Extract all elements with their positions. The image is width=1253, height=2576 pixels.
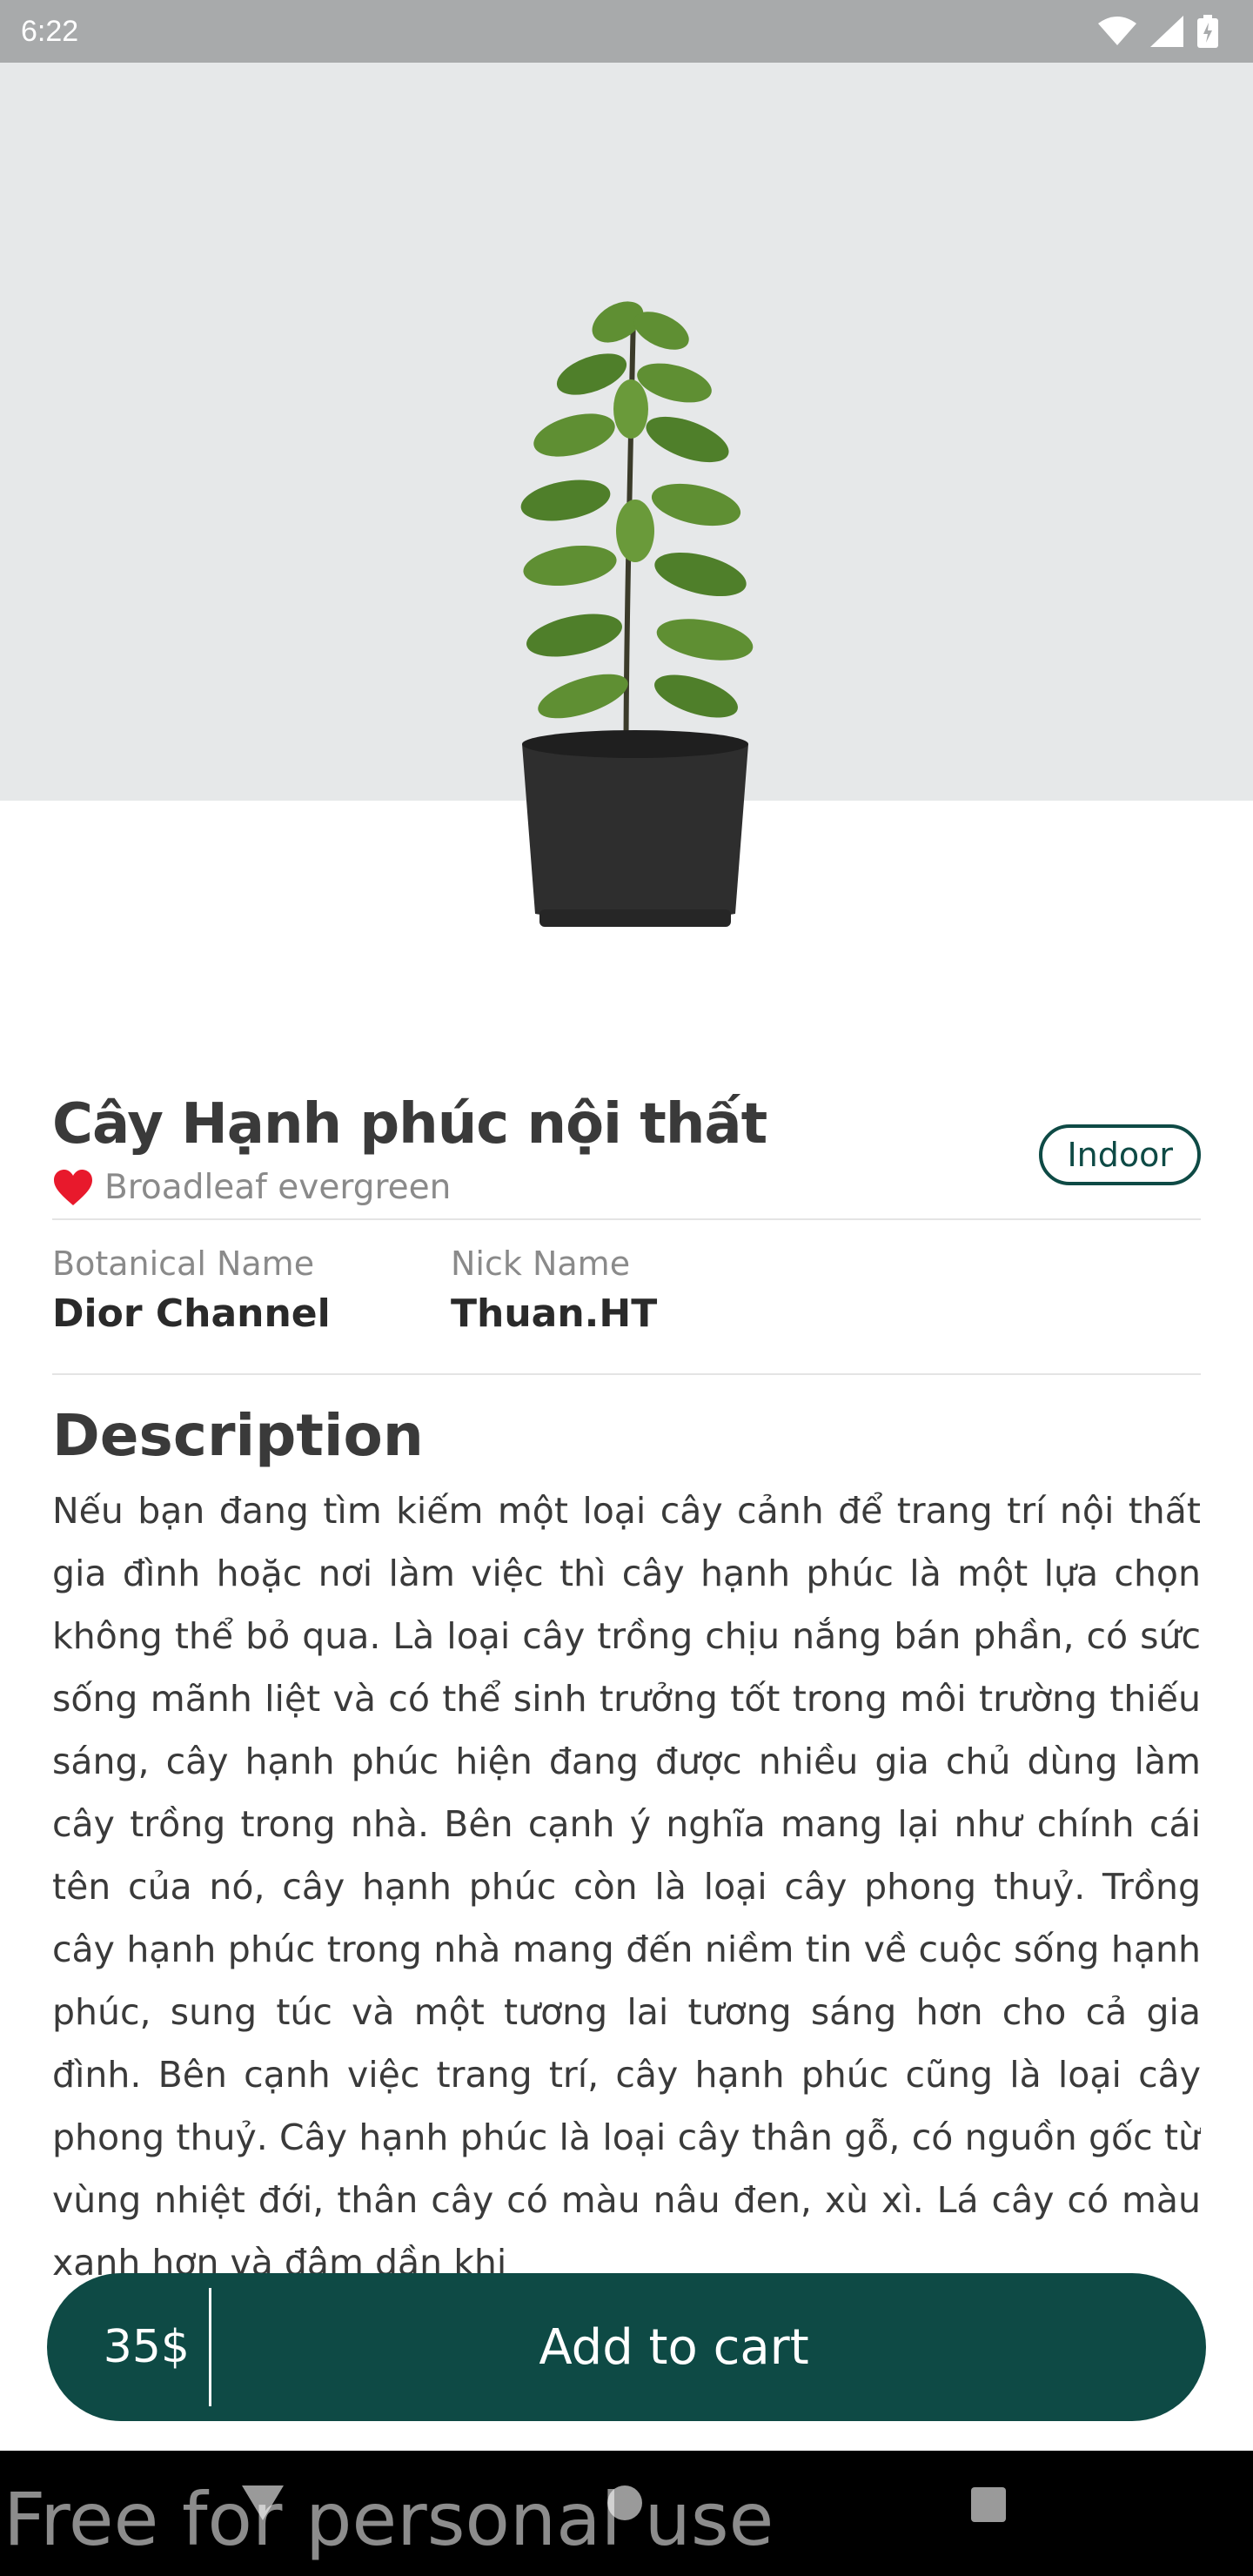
add-to-cart-button[interactable]: Add to cart (211, 2319, 1206, 2376)
botanical-name-value: Dior Channel (52, 1291, 331, 1336)
product-title: Cây Hạnh phúc nội thất (52, 1092, 767, 1157)
status-time: 6:22 (21, 14, 79, 48)
divider (52, 1373, 1201, 1375)
wifi-icon (1098, 17, 1136, 45)
battery-icon (1197, 15, 1218, 48)
product-subtitle: Broadleaf evergreen (104, 1168, 452, 1207)
add-to-cart-bar[interactable]: 35$ Add to cart (47, 2273, 1206, 2421)
heart-icon[interactable] (52, 1169, 94, 1207)
category-chip[interactable]: Indoor (1039, 1124, 1201, 1185)
price-label: 35$ (103, 2321, 190, 2373)
signal-icon (1150, 16, 1183, 47)
status-icons (1098, 15, 1218, 48)
description-heading: Description (52, 1402, 424, 1469)
names-row: Botanical Name Dior Channel Nick Name Th… (52, 1220, 1201, 1373)
watermark-text: Free for personal use (3, 2477, 774, 2562)
plant-image (520, 301, 754, 927)
nick-name-label: Nick Name (451, 1244, 631, 1283)
botanical-name-block: Botanical Name Dior Channel (52, 1244, 451, 1373)
recents-icon[interactable] (969, 2485, 1008, 2524)
product-subtitle-row: Broadleaf evergreen (52, 1168, 1201, 1207)
nick-name-block: Nick Name Thuan.HT (451, 1244, 849, 1373)
description-body[interactable]: Nếu bạn đang tìm kiếm một loại cây cảnh … (52, 1479, 1201, 2405)
status-bar: 6:22 (0, 0, 1253, 63)
botanical-name-label: Botanical Name (52, 1244, 315, 1283)
nick-name-value: Thuan.HT (451, 1291, 658, 1336)
product-info: Cây Hạnh phúc nội thất Broadleaf evergre… (52, 1088, 1201, 2405)
title-row: Cây Hạnh phúc nội thất Broadleaf evergre… (52, 1088, 1201, 1218)
